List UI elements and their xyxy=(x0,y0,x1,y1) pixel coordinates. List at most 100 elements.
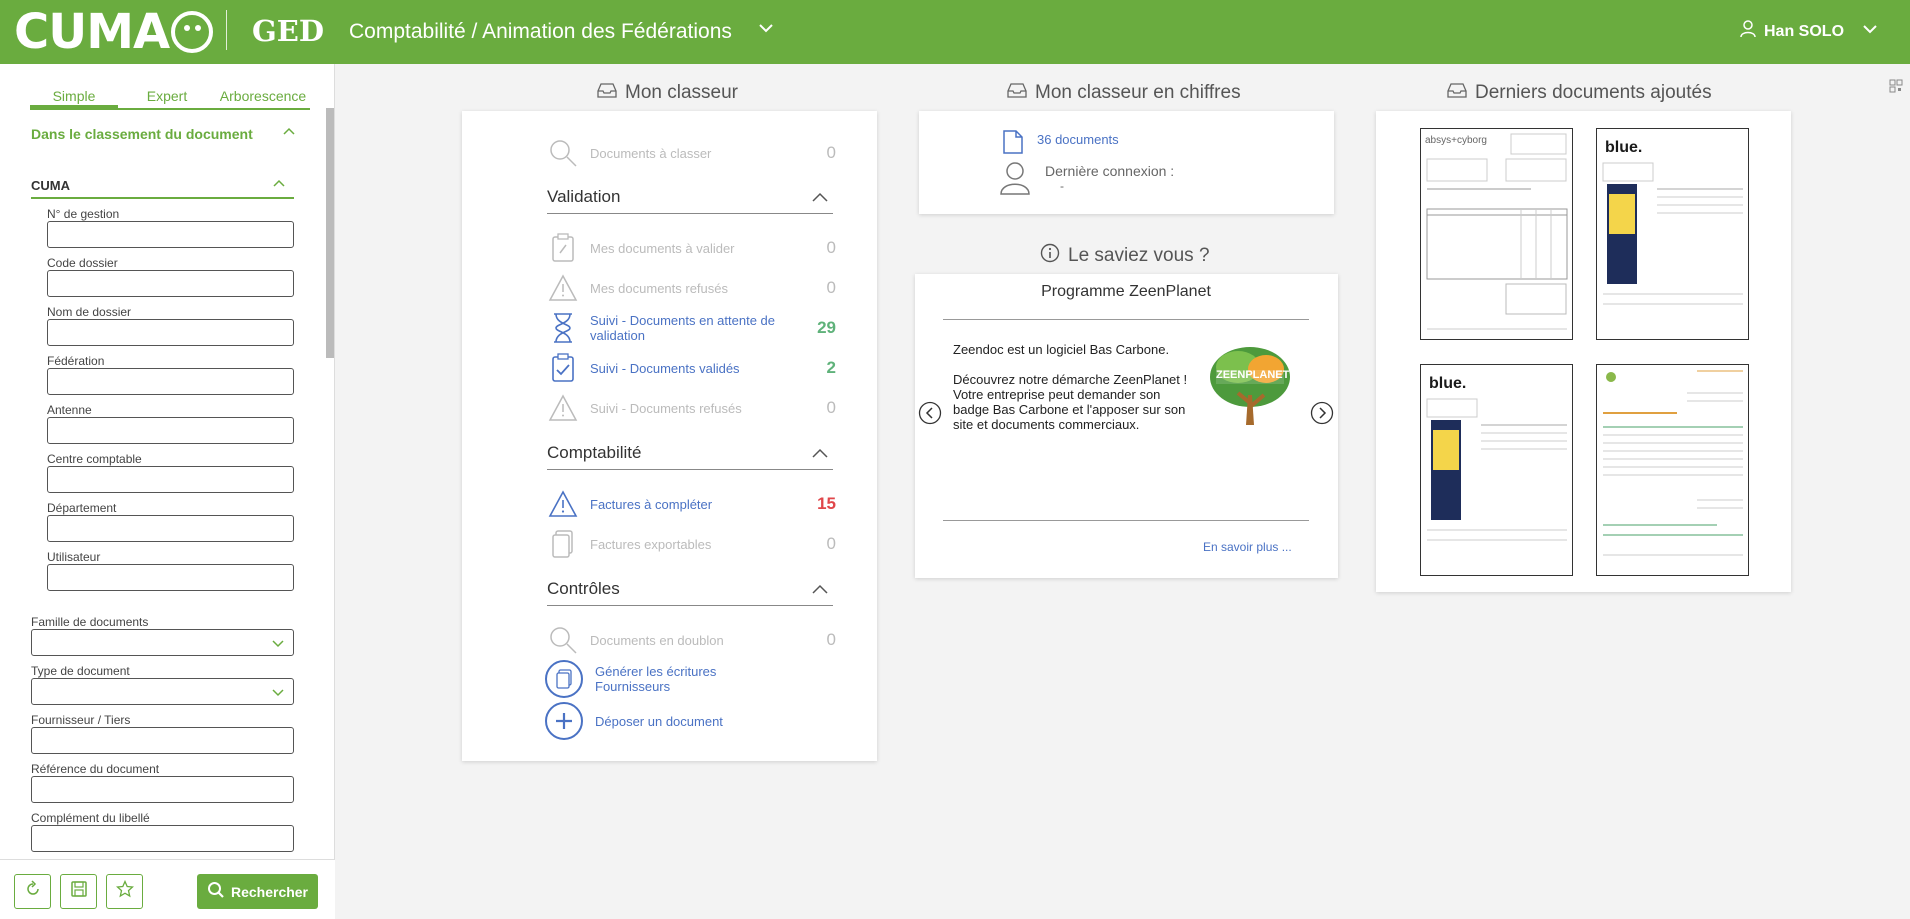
row-suivi-en-attente[interactable]: Suivi - Documents en attente de validati… xyxy=(546,310,836,346)
document-thumbnail[interactable]: blue. xyxy=(1596,128,1749,340)
document-thumbnail[interactable]: blue. xyxy=(1420,364,1573,576)
star-icon xyxy=(115,879,134,903)
famille-documents-select[interactable] xyxy=(31,629,294,656)
document-icon xyxy=(1002,129,1024,160)
row-count: 0 xyxy=(826,143,836,162)
tab-expert[interactable]: Expert xyxy=(118,88,216,108)
cuma-group-header[interactable]: CUMA xyxy=(31,178,294,199)
validation-group-header[interactable]: Validation xyxy=(547,187,833,214)
search-icon xyxy=(546,625,580,655)
inbox-icon xyxy=(597,82,617,104)
field-label-reference: Référence du document xyxy=(31,762,160,776)
fournisseur-input[interactable] xyxy=(31,727,294,754)
row-label: Documents en doublon xyxy=(590,632,724,648)
row-label: Suivi - Documents refusés xyxy=(590,400,742,416)
divider xyxy=(943,520,1309,521)
tab-simple[interactable]: Simple xyxy=(30,88,118,108)
row-mes-documents-refuses[interactable]: Mes documents refusés 0 xyxy=(546,270,836,306)
derniers-title-text: Derniers documents ajoutés xyxy=(1475,82,1712,103)
utilisateur-input[interactable] xyxy=(47,564,294,591)
row-factures-exportables[interactable]: Factures exportables 0 xyxy=(546,526,836,562)
departement-input[interactable] xyxy=(47,515,294,542)
context-title[interactable]: Comptabilité / Animation des Fédérations xyxy=(349,20,732,44)
row-count: 2 xyxy=(826,358,836,377)
classeur-title: Mon classeur xyxy=(597,82,738,104)
cuma-group-title: CUMA xyxy=(31,178,70,193)
row-factures-a-completer[interactable]: Factures à compléter 15 xyxy=(546,486,836,522)
reset-button[interactable] xyxy=(14,874,51,909)
documents-count-link[interactable]: 36 documents xyxy=(1037,132,1119,147)
row-suivi-valides[interactable]: Suivi - Documents validés 2 xyxy=(546,350,836,386)
carousel-prev-icon[interactable] xyxy=(918,401,942,430)
carousel-next-icon[interactable] xyxy=(1310,401,1334,430)
saviez-line: Zeendoc est un logiciel Bas Carbone. xyxy=(953,342,1170,357)
zeenplanet-logo: ZEENPLANET xyxy=(1208,345,1292,427)
field-label-complement: Complément du libellé xyxy=(31,811,150,825)
row-label: Factures à compléter xyxy=(590,496,713,512)
saviez-line: Découvrez notre démarche ZeenPlanet ! xyxy=(953,372,1188,387)
top-header: CUMA GED Comptabilité / Animation des Fé… xyxy=(0,0,1910,64)
field-label-fournisseur: Fournisseur / Tiers xyxy=(31,713,131,727)
user-menu[interactable]: Han SOLO xyxy=(1740,20,1878,43)
row-count: 0 xyxy=(826,534,836,553)
user-icon xyxy=(1740,20,1756,43)
app-name: GED xyxy=(252,14,325,48)
logo-text: CUMA xyxy=(14,4,170,60)
user-name: Han SOLO xyxy=(1764,22,1845,40)
zeenplanet-logo-text: ZEENPLANET xyxy=(1216,369,1290,381)
reference-input[interactable] xyxy=(31,776,294,803)
row-documents-en-doublon[interactable]: Documents en doublon 0 xyxy=(546,622,836,658)
document-thumbnail[interactable] xyxy=(1596,364,1749,576)
divider xyxy=(943,319,1309,320)
en-savoir-plus-link[interactable]: En savoir plus ... xyxy=(1203,540,1292,554)
info-icon xyxy=(1040,243,1060,269)
controles-group-header[interactable]: Contrôles xyxy=(547,579,833,606)
context-chevron-down-icon[interactable] xyxy=(758,20,774,41)
validation-group-title: Validation xyxy=(547,187,621,206)
comptabilite-group-header[interactable]: Comptabilité xyxy=(547,443,833,470)
saviez-title: Le saviez vous ? xyxy=(1040,243,1210,269)
chiffres-title-text: Mon classeur en chiffres xyxy=(1035,82,1241,103)
centre-comptable-input[interactable] xyxy=(47,466,294,493)
generer-ecritures-action[interactable]: Générer les écritures Fournisseurs xyxy=(545,660,745,698)
document-thumbnail[interactable]: absys+cyborg xyxy=(1420,128,1573,340)
field-label-type: Type de document xyxy=(31,664,130,678)
search-sidebar: Simple Expert Arborescence Dans le class… xyxy=(0,64,335,919)
antenne-input[interactable] xyxy=(47,417,294,444)
cuma-logo[interactable]: CUMA xyxy=(14,4,214,60)
search-button[interactable]: Rechercher xyxy=(197,874,318,909)
tab-arborescence[interactable]: Arborescence xyxy=(216,88,310,108)
row-label: Mes documents à valider xyxy=(590,240,735,256)
deposer-document-action[interactable]: Déposer un document xyxy=(545,702,723,740)
field-label-numero-gestion: N° de gestion xyxy=(47,207,120,221)
clipboard-check-icon xyxy=(546,353,580,383)
complement-input[interactable] xyxy=(31,825,294,852)
user-chevron-down-icon xyxy=(1862,21,1878,42)
row-mes-documents-a-valider[interactable]: Mes documents à valider 0 xyxy=(546,230,836,266)
section-classement-header[interactable]: Dans le classement du document xyxy=(31,126,296,142)
row-suivi-refuses[interactable]: Suivi - Documents refusés 0 xyxy=(546,390,836,426)
field-label-federation: Fédération xyxy=(47,354,105,368)
row-label: Factures exportables xyxy=(590,536,712,552)
type-document-select[interactable] xyxy=(31,678,294,705)
sidebar-scrollbar[interactable] xyxy=(326,108,334,358)
section-classement-title: Dans le classement du document xyxy=(31,126,253,142)
chevron-down-icon xyxy=(271,685,285,704)
nom-dossier-input[interactable] xyxy=(47,319,294,346)
clipboard-pen-icon xyxy=(546,233,580,263)
row-count: 15 xyxy=(817,494,836,513)
code-dossier-input[interactable] xyxy=(47,270,294,297)
inbox-icon xyxy=(1007,82,1027,104)
saviez-title-text: Le saviez vous ? xyxy=(1068,245,1210,266)
chevron-up-icon xyxy=(811,581,829,601)
row-documents-a-classer[interactable]: Documents à classer 0 xyxy=(546,135,836,171)
save-search-button[interactable] xyxy=(60,874,97,909)
federation-input[interactable] xyxy=(47,368,294,395)
saviez-card: Programme ZeenPlanet Zeendoc est un logi… xyxy=(915,274,1338,578)
documents-stack-icon xyxy=(546,529,580,559)
qr-code-icon[interactable] xyxy=(1889,79,1903,98)
numero-gestion-input[interactable] xyxy=(47,221,294,248)
field-label-nom-dossier: Nom de dossier xyxy=(47,305,132,319)
derniers-title: Derniers documents ajoutés xyxy=(1447,82,1712,104)
favorite-button[interactable] xyxy=(106,874,143,909)
